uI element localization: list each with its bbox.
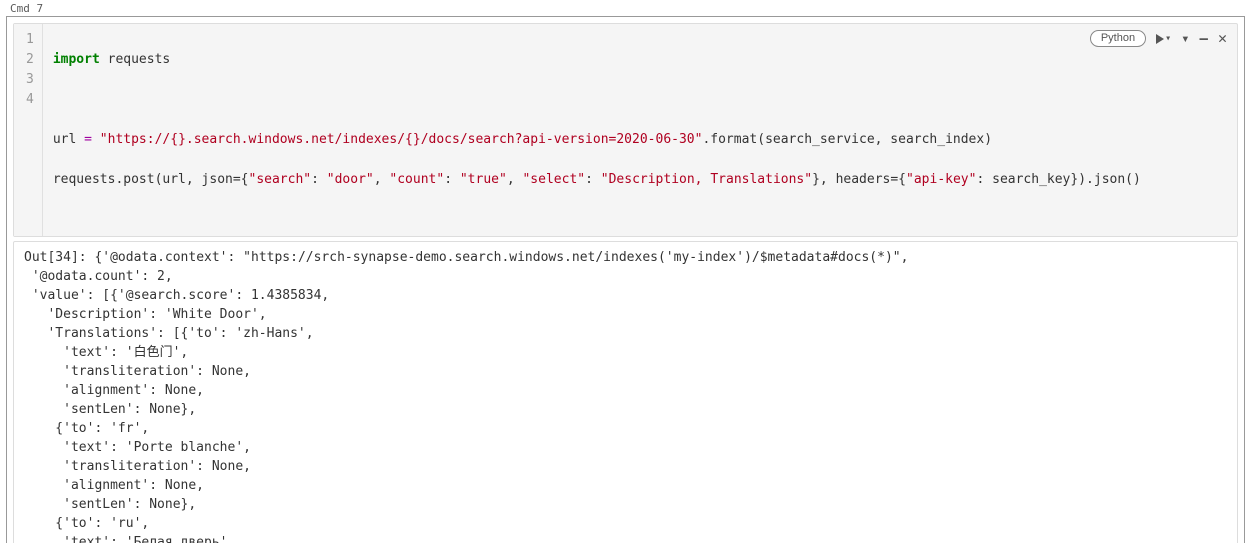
output-block[interactable]: Out[34]: {'@odata.context': "https://src… (13, 241, 1238, 543)
cell-label: Cmd 7 (0, 0, 1251, 16)
colon: : (444, 172, 460, 187)
post-call: requests.post(url, json={ (53, 172, 249, 187)
comma: , (374, 172, 390, 187)
colon: : (585, 172, 601, 187)
op-eq: = (84, 132, 92, 147)
var-url: url (53, 132, 76, 147)
key-select: "select" (522, 172, 585, 187)
chevron-down-icon: ▾ (1165, 33, 1171, 44)
key-search: "search" (249, 172, 312, 187)
code-input-block[interactable]: Python ▾ ▾ — ✕ 1 2 3 4 import requests u… (13, 23, 1238, 237)
val-door: "door" (327, 172, 374, 187)
language-pill[interactable]: Python (1090, 30, 1146, 47)
play-icon (1156, 34, 1164, 44)
chevron-down-collapse-icon[interactable]: ▾ (1181, 32, 1189, 46)
run-cell-icon[interactable]: ▾ (1156, 33, 1171, 44)
line-number-gutter: 1 2 3 4 (14, 24, 43, 236)
module-name: requests (108, 52, 171, 67)
line-number: 4 (26, 90, 34, 110)
key-count: "count" (389, 172, 444, 187)
output-prefix: Out[34]: (24, 250, 94, 265)
notebook-cell-container: Cmd 7 Python ▾ ▾ — ✕ 1 2 3 4 import requ… (0, 0, 1251, 543)
code-editor[interactable]: import requests url = "https://{}.search… (43, 24, 1149, 236)
string-url: "https://{}.search.windows.net/indexes/{… (100, 132, 703, 147)
line-number: 3 (26, 70, 34, 90)
val-select: "Description, Translations" (601, 172, 812, 187)
close-json: }, headers={ (812, 172, 906, 187)
code-toolbar: Python ▾ ▾ — ✕ (1090, 30, 1227, 47)
output-body: {'@odata.context': "https://srch-synapse… (24, 250, 908, 543)
code-lines: 1 2 3 4 import requests url = "https://{… (14, 24, 1237, 236)
minimize-icon[interactable]: — (1200, 32, 1208, 46)
val-apikey: : search_key}).json() (976, 172, 1140, 187)
keyword-import: import (53, 52, 100, 67)
key-apikey: "api-key" (906, 172, 976, 187)
close-icon[interactable]: ✕ (1218, 31, 1227, 46)
format-call: .format(search_service, search_index) (702, 132, 992, 147)
colon: : (311, 172, 327, 187)
comma: , (507, 172, 523, 187)
line-number: 1 (26, 30, 34, 50)
val-true: "true" (460, 172, 507, 187)
line-number: 2 (26, 50, 34, 70)
cell-frame: Python ▾ ▾ — ✕ 1 2 3 4 import requests u… (6, 16, 1245, 543)
